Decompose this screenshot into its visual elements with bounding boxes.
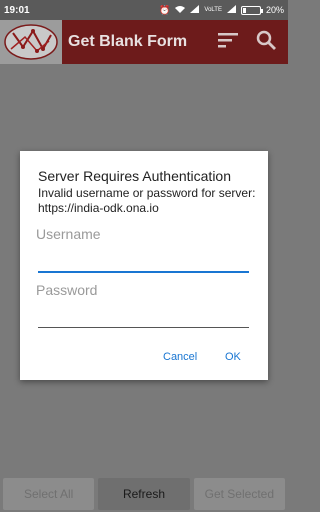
cancel-button[interactable]: Cancel	[163, 351, 197, 363]
select-all-button[interactable]: Select All	[3, 478, 95, 510]
app-bar: Get Blank Form	[0, 20, 288, 64]
dialog-title: Server Requires Authentication	[38, 168, 231, 184]
get-selected-button[interactable]: Get Selected	[193, 478, 285, 510]
dialog-message: Invalid username or password for server:…	[38, 186, 256, 215]
network-label: VoLTE	[204, 7, 222, 13]
password-underline	[38, 327, 249, 328]
status-icons: ⏰ VoLTE 20%	[159, 5, 284, 16]
app-actions	[218, 30, 288, 55]
username-input[interactable]: Username	[36, 226, 101, 242]
signal-icon-2	[226, 5, 236, 15]
battery-fill	[242, 7, 247, 13]
bottom-bar: Select All Refresh Get Selected	[0, 478, 288, 510]
signal-icon	[190, 5, 200, 15]
username-underline	[38, 271, 249, 273]
refresh-button[interactable]: Refresh	[98, 478, 190, 510]
search-icon[interactable]	[256, 30, 276, 55]
app-logo	[0, 20, 62, 64]
wifi-icon	[175, 5, 186, 15]
sort-icon[interactable]	[218, 32, 238, 53]
auth-dialog: Server Requires Authentication Invalid u…	[20, 151, 268, 380]
battery-percent: 20%	[265, 5, 284, 15]
alarm-icon: ⏰	[159, 4, 171, 15]
status-time: 19:01	[4, 4, 30, 16]
logo-graphic	[4, 24, 58, 60]
status-bar: 19:01 ⏰ VoLTE 20%	[0, 0, 288, 20]
battery-icon	[240, 5, 263, 15]
password-input[interactable]: Password	[36, 282, 97, 298]
app-title: Get Blank Form	[68, 33, 188, 50]
ok-button[interactable]: OK	[225, 351, 241, 363]
